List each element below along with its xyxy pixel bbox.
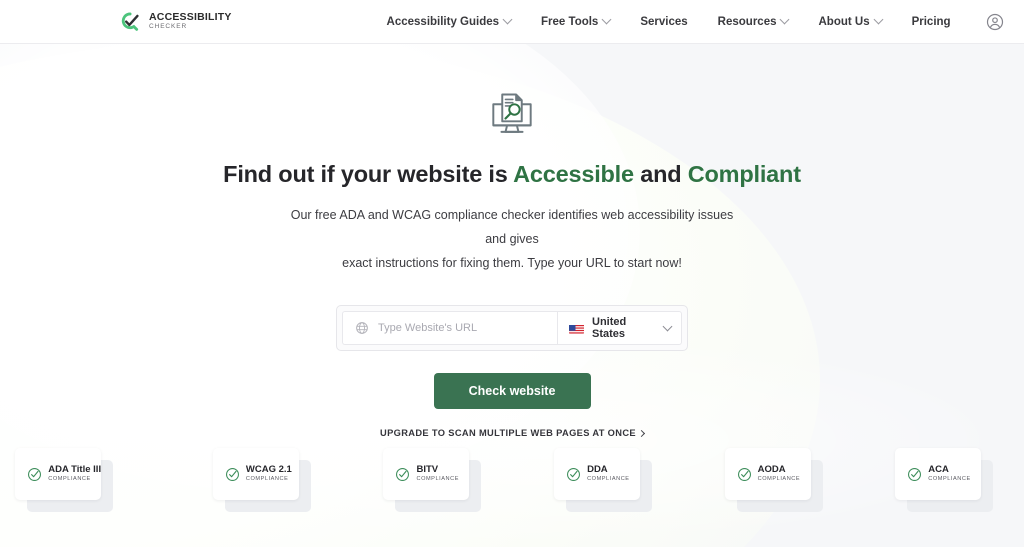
check-circle-magnifier-logo-icon — [120, 11, 142, 33]
badge-text-block: ACA COMPLIANCE — [928, 465, 971, 483]
country-select[interactable]: United States — [557, 311, 682, 346]
site-header: ACCESSIBILITY CHECKER Accessibility Guid… — [0, 0, 1024, 44]
badge-name: AODA — [757, 463, 786, 475]
primary-navigation: Accessibility Guides Free Tools Services… — [372, 13, 1004, 31]
hero-title-part-2: and — [633, 161, 688, 187]
logo-title: ACCESSIBILITY — [149, 11, 232, 24]
chevron-down-icon — [502, 14, 513, 25]
compliance-badge-bitv[interactable]: BITV COMPLIANCE — [383, 448, 470, 500]
compliance-badge-dda[interactable]: DDA COMPLIANCE — [554, 448, 641, 500]
badge-slot: WCAG 2.1 COMPLIANCE — [171, 448, 342, 528]
badge-text-block: ADA Title III COMPLIANCE — [48, 465, 101, 483]
compliance-badge-aca[interactable]: ACA COMPLIANCE — [895, 448, 982, 500]
hero-title-part-1: Find out if your website is — [223, 161, 514, 187]
nav-label: Free Tools — [541, 15, 599, 28]
check-circle-icon — [566, 467, 581, 482]
page-root: ACCESSIBILITY CHECKER Accessibility Guid… — [0, 0, 1024, 547]
nav-item-services[interactable]: Services — [625, 16, 702, 28]
badge-name: DDA — [587, 463, 608, 475]
hero-title-highlight-accessible: Accessible — [513, 161, 634, 187]
nav-item-pricing[interactable]: Pricing — [897, 16, 966, 28]
site-logo[interactable]: ACCESSIBILITY CHECKER — [120, 11, 232, 33]
badge-slot: ADA Title III COMPLIANCE — [0, 448, 171, 528]
upgrade-link-label: UPGRADE TO SCAN MULTIPLE WEB PAGES AT ON… — [380, 428, 636, 439]
nav-label: Services — [640, 15, 688, 28]
country-selected-label: United States — [592, 316, 627, 341]
globe-icon — [355, 321, 369, 335]
nav-label: Accessibility Guides — [386, 15, 500, 28]
nav-item-about-us[interactable]: About Us — [803, 14, 896, 28]
page-title: Find out if your website is Accessible a… — [0, 160, 1024, 188]
badge-text-block: BITV COMPLIANCE — [416, 465, 459, 483]
badge-sublabel: COMPLIANCE — [245, 476, 289, 483]
badge-sublabel: COMPLIANCE — [928, 476, 971, 483]
check-circle-icon — [27, 467, 42, 482]
chevron-down-icon — [780, 14, 790, 25]
check-circle-icon — [907, 467, 922, 482]
url-field-group[interactable] — [342, 311, 557, 346]
nav-item-resources[interactable]: Resources — [703, 14, 804, 28]
badge-text-block: DDA COMPLIANCE — [587, 465, 630, 483]
chevron-right-icon — [637, 429, 645, 437]
check-website-button[interactable]: Check website — [433, 373, 591, 410]
website-check-form: United States — [336, 305, 688, 352]
badge-sublabel: COMPLIANCE — [48, 476, 91, 483]
badge-name: WCAG 2.1 — [245, 463, 292, 475]
badge-sublabel: COMPLIANCE — [587, 476, 630, 483]
compliance-badge-strip: ADA Title III COMPLIANCE WCAG 2.1 COMPLI… — [0, 448, 1024, 528]
check-circle-icon — [225, 467, 240, 482]
compliance-badge-ada-title-iii[interactable]: ADA Title III COMPLIANCE — [15, 448, 102, 500]
nav-label: Resources — [717, 15, 777, 28]
compliance-badge-wcag-2-1[interactable]: WCAG 2.1 COMPLIANCE — [212, 448, 299, 500]
hero-subtitle-line-2: exact instructions for fixing them. Type… — [342, 255, 682, 270]
user-account-icon[interactable] — [986, 13, 1004, 31]
badge-name: ADA Title III — [48, 463, 102, 475]
check-circle-icon — [737, 467, 752, 482]
badge-slot: BITV COMPLIANCE — [341, 448, 512, 528]
badge-slot: ACA COMPLIANCE — [853, 448, 1024, 528]
nav-label: Pricing — [911, 15, 951, 28]
nav-item-free-tools[interactable]: Free Tools — [526, 14, 625, 28]
chevron-down-icon — [601, 14, 612, 25]
nav-item-accessibility-guides[interactable]: Accessibility Guides — [372, 14, 527, 28]
chevron-down-icon — [662, 321, 673, 332]
badge-text-block: AODA COMPLIANCE — [758, 465, 801, 483]
badge-name: ACA — [928, 463, 949, 475]
badge-sublabel: COMPLIANCE — [757, 476, 801, 483]
search-input[interactable] — [378, 322, 545, 335]
logo-subtitle: CHECKER — [149, 23, 188, 31]
badge-name: BITV — [416, 463, 439, 475]
monitor-document-magnifier-icon — [486, 88, 538, 140]
logo-text-block: ACCESSIBILITY CHECKER — [149, 12, 232, 31]
hero-subtitle: Our free ADA and WCAG compliance checker… — [287, 204, 737, 275]
hero-section: Find out if your website is Accessible a… — [0, 44, 1024, 438]
hero-subtitle-line-1: Our free ADA and WCAG compliance checker… — [290, 208, 734, 246]
nav-label: About Us — [818, 15, 870, 28]
compliance-badge-aoda[interactable]: AODA COMPLIANCE — [724, 448, 811, 500]
badge-sublabel: COMPLIANCE — [416, 476, 459, 483]
upgrade-link[interactable]: UPGRADE TO SCAN MULTIPLE WEB PAGES AT ON… — [0, 428, 1024, 438]
us-flag-icon — [569, 323, 584, 334]
badge-text-block: WCAG 2.1 COMPLIANCE — [246, 465, 292, 483]
check-circle-icon — [395, 467, 410, 482]
chevron-down-icon — [873, 14, 884, 25]
badge-slot: AODA COMPLIANCE — [682, 448, 853, 528]
badge-slot: DDA COMPLIANCE — [512, 448, 683, 528]
hero-title-highlight-compliant: Compliant — [687, 161, 801, 187]
